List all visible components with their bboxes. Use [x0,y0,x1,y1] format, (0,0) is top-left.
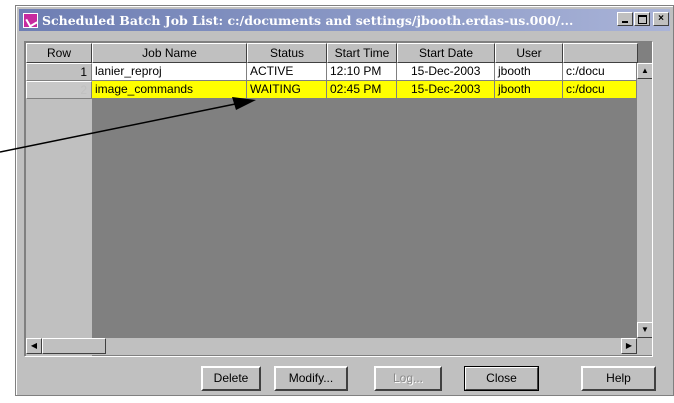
callout-arrow [0,97,256,153]
callout-arrow-head [232,97,256,110]
callout-arrow-line [0,101,246,153]
